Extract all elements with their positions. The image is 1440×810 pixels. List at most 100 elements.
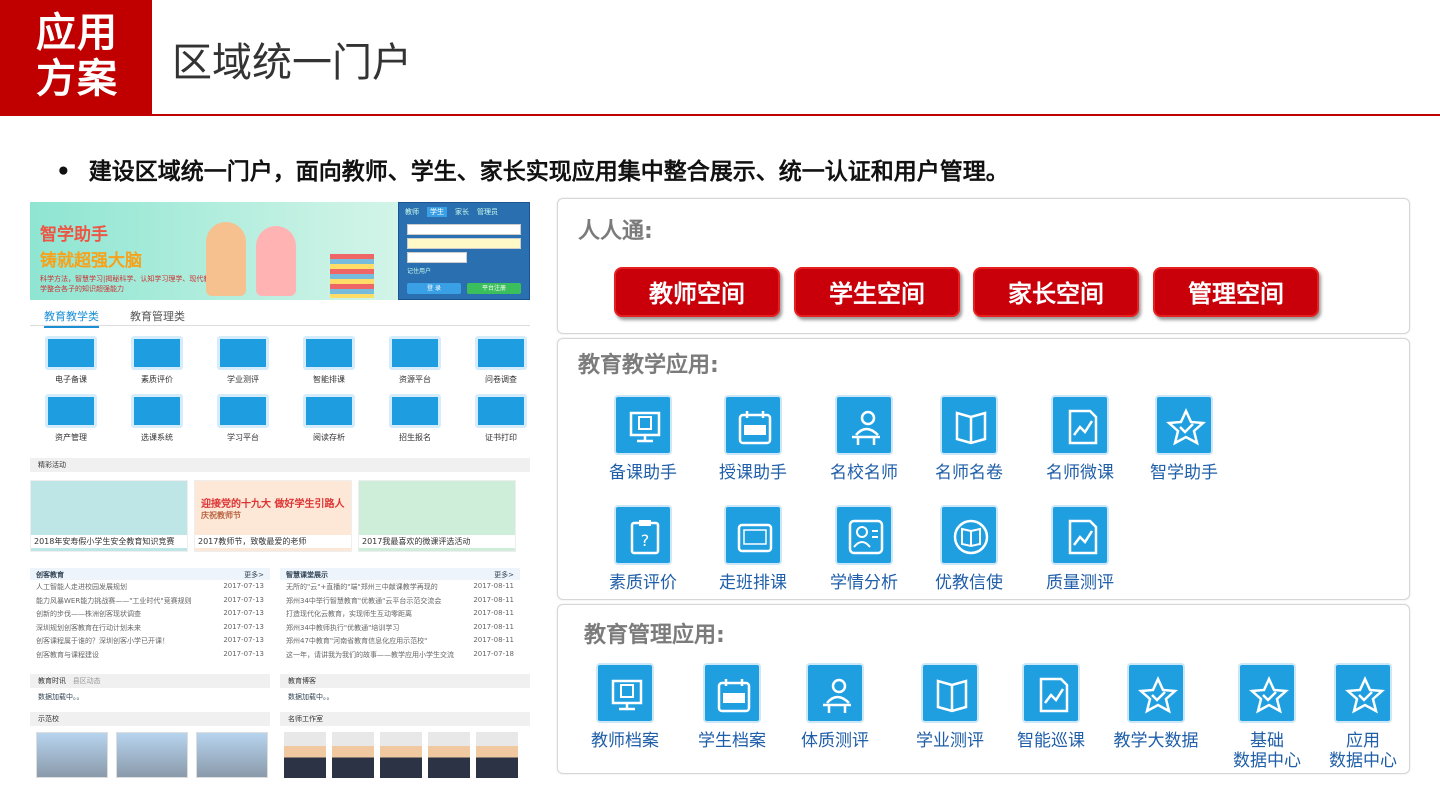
portal-banner[interactable]: 智学助手 铸就超强大脑 科学方法，智慧学习|揭秘科学、认知学习理学、现代教育学整… [30,202,530,300]
portal-app[interactable]: 学业测评 [208,336,278,385]
app-tile[interactable]: 基础 数据中心 [1212,663,1322,771]
banner-title1: 智学助手 [40,225,108,245]
username-field[interactable] [407,224,521,235]
app-label: 智能巡课 [1017,731,1085,751]
app-tile[interactable]: 学情分析 [809,505,919,593]
portal-app[interactable]: 证书打印 [466,394,532,443]
mini-tab[interactable]: 县区动态 [73,677,101,685]
news-row[interactable]: 能力风暴WER能力挑战赛——"工业时代"竞赛规则 2017-07-13 [30,594,270,608]
news-header: 智慧课堂展示 更多> [280,568,520,580]
teacher-avatar[interactable] [332,732,374,778]
portal-app[interactable]: 资源平台 [380,336,450,385]
app-label: 智能排课 [313,375,345,384]
school-photo[interactable] [196,732,268,778]
app-label: 素质评价 [141,375,173,384]
portal-app[interactable]: 电子备课 [36,336,106,385]
captcha-field[interactable] [407,252,467,263]
app-label: 素质评价 [609,573,677,593]
portal-app[interactable]: 素质评价 [122,336,192,385]
app-tile[interactable]: 学业测评 [895,663,1005,751]
app-tile[interactable]: 优教信使 [914,505,1024,593]
subtab-management[interactable]: 教育管理类 [130,308,185,324]
studio-title: 名师工作室 [288,715,323,723]
app-tile[interactable]: 教师档案 [570,663,680,751]
login-tab-active[interactable]: 学生 [427,207,447,217]
news-row[interactable]: 郑州34中教师执行"优教通"培训学习 2017-08-11 [280,621,520,635]
school-photo[interactable] [36,732,108,778]
news-row[interactable]: 创客教育与课程建设 2017-07-13 [30,648,270,662]
login-tab[interactable]: 教师 [405,207,419,217]
more-link[interactable]: 更多> [494,570,514,580]
app-label: 质量测评 [1046,573,1114,593]
mini-header-left: 教育时讯 县区动态 [30,674,270,688]
app-tile[interactable]: 名校名师 [809,395,919,483]
news-row[interactable]: 深圳规划创客教育在行动计划未来 2017-07-13 [30,621,270,635]
student-space-button[interactable]: 学生空间 [794,267,960,317]
parent-space-button[interactable]: 家长空间 [973,267,1139,317]
portal-app[interactable]: 智能排课 [294,336,364,385]
more-link[interactable]: 更多> [244,570,264,580]
activity-card[interactable]: 迎接党的十九大 做好学生引路人 庆祝教师节 2017教师节，致敬最爱的老师 [194,480,352,552]
app-tile[interactable]: 走班排课 [698,505,808,593]
news-row[interactable]: 无所的"云"+直播的"端"郑州三中献课教学再现的 2017-08-11 [280,580,520,594]
remember-checkbox[interactable]: 记住用户 [407,266,521,275]
portal-app[interactable]: 学习平台 [208,394,278,443]
activity-card[interactable]: 2017我最喜欢的微课评选活动 [358,480,516,552]
news-text: 郑州34中举行智慧教育"优教通"云平台示范交流会 [286,596,442,605]
banner-title2: 铸就超强大脑 [40,251,142,271]
news-title: 智慧课堂展示 [286,571,328,579]
app-tile[interactable]: 学生档案 [677,663,787,751]
app-tile[interactable]: 智能巡课 [996,663,1106,751]
panel-management-apps: 教育管理应用: 教师档案 学生档案 体质测评 学业测评 智能巡课 教学大数据 基础 数据中心… [557,604,1410,774]
school-photo[interactable] [116,732,188,778]
app-label: 电子备课 [55,375,87,384]
teacher-avatar[interactable] [476,732,518,778]
app-label: 资源平台 [399,375,431,384]
teacher-avatar[interactable] [284,732,326,778]
portal-app[interactable]: 选课系统 [122,394,192,443]
badge-line2: 方案 [36,56,118,102]
register-button[interactable]: 平台注册 [467,283,521,294]
teacher-avatar[interactable] [428,732,470,778]
portal-app[interactable]: 招生报名 [380,394,450,443]
bullet-point: • 建设区域统一门户，面向教师、学生、家长实现应用集中整合展示、统一认证和用户管理… [56,152,1009,186]
news-header: 创客教育 更多> [30,568,270,580]
news-row[interactable]: 人工智能人走进校园发展规划 2017-07-13 [30,580,270,594]
news-row[interactable]: 创新的步伐——株洲创客现状调查 2017-07-13 [30,607,270,621]
password-field[interactable] [407,238,521,249]
app-label: 学习平台 [227,433,259,442]
app-tile[interactable]: 名师微课 [1025,395,1135,483]
news-row[interactable]: 郑州34中举行智慧教育"优教通"云平台示范交流会 2017-08-11 [280,594,520,608]
login-button[interactable]: 登 录 [407,283,461,294]
activity-card[interactable]: 2018年安寿假小学生安全教育知识竞赛 [30,480,188,552]
portal-app[interactable]: 阅读存析 [294,394,364,443]
news-row[interactable]: 郑州47中教育"河南省教育信息化应用示范校" 2017-08-11 [280,634,520,648]
app-tile[interactable]: 授课助手 [698,395,808,483]
news-row[interactable]: 创客课程属于谁的？深圳创客小学已开课！ 2017-07-13 [30,634,270,648]
app-tile[interactable]: ? 素质评价 [588,505,698,593]
news-date: 2017-07-13 [223,636,264,644]
teacher-icon [835,395,893,455]
portal-app[interactable]: 问卷调查 [466,336,532,385]
app-tile[interactable]: 质量测评 [1025,505,1135,593]
app-label: 名师名卷 [935,463,1003,483]
app-tile[interactable]: 智学助手 [1129,395,1239,483]
teacher-avatar[interactable] [380,732,422,778]
app-tile[interactable]: 名师名卷 [914,395,1024,483]
login-tab[interactable]: 管理员 [477,207,498,217]
news-row[interactable]: 打造现代化云教育，实现师生互动零距离 2017-08-11 [280,607,520,621]
app-tile[interactable]: 应用 数据中心 [1308,663,1418,771]
news-date: 2017-08-11 [473,609,514,617]
login-tab[interactable]: 家长 [455,207,469,217]
news-row[interactable]: 这一年，请讲我为我们的故事——教学应用小学生交流 2017-07-18 [280,648,520,662]
app-tile[interactable]: 教学大数据 [1101,663,1211,751]
app-label: 走班排课 [719,573,787,593]
app-icon [303,394,355,428]
admin-space-button[interactable]: 管理空间 [1153,267,1319,317]
app-tile[interactable]: 体质测评 [780,663,890,751]
portal-app[interactable]: 资产管理 [36,394,106,443]
panel-renrentong: 人人通: 教师空间 学生空间 家长空间 管理空间 [557,198,1410,334]
subtab-teaching[interactable]: 教育教学类 [44,308,99,328]
teacher-space-button[interactable]: 教师空间 [614,267,780,317]
app-tile[interactable]: 备课助手 [588,395,698,483]
